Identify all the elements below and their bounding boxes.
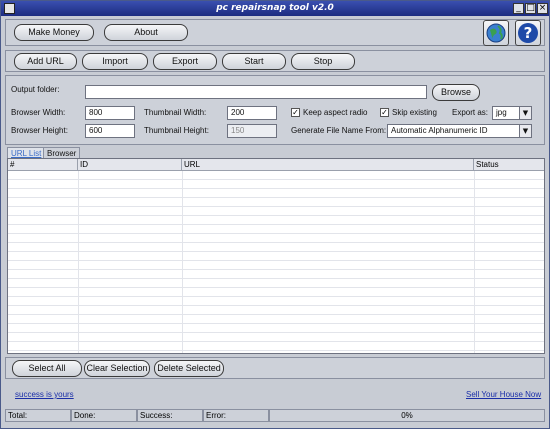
keep-aspect-checkbox[interactable]: ✓: [291, 108, 300, 117]
skip-existing-label: Skip existing: [392, 108, 437, 117]
column-header-status[interactable]: Status: [474, 159, 544, 171]
sell-house-link[interactable]: Sell Your House Now: [466, 390, 541, 399]
table-row: [8, 270, 544, 279]
thumbnail-height-label: Thumbnail Height:: [144, 126, 209, 135]
status-done: Done:: [71, 409, 137, 422]
clear-selection-button[interactable]: Clear Selection: [84, 360, 150, 377]
globe-icon: [486, 23, 506, 43]
tab-browser[interactable]: Browser: [43, 147, 81, 158]
toolbar: Add URL Import Export Start Stop: [5, 50, 545, 72]
table-row: [8, 225, 544, 234]
chevron-down-icon[interactable]: ▼: [519, 125, 531, 137]
output-folder-input[interactable]: [85, 85, 427, 99]
thumbnail-width-label: Thumbnail Width:: [144, 108, 207, 117]
success-link[interactable]: success is yours: [15, 390, 74, 399]
app-window: pc repairsnap tool v2.0 _ □ × Make Money…: [0, 0, 550, 429]
table-row: [8, 342, 544, 351]
minimize-button[interactable]: _: [513, 3, 524, 14]
table-row: [8, 198, 544, 207]
table-row: [8, 252, 544, 261]
import-button[interactable]: Import: [82, 53, 148, 70]
table-row: [8, 279, 544, 288]
export-button[interactable]: Export: [153, 53, 217, 70]
close-button[interactable]: ×: [537, 3, 548, 14]
add-url-button[interactable]: Add URL: [14, 53, 77, 70]
about-button[interactable]: About: [104, 24, 188, 41]
column-header-number[interactable]: #: [8, 159, 78, 171]
thumbnail-width-input[interactable]: 200: [227, 106, 277, 120]
table-row: [8, 171, 544, 180]
url-table[interactable]: # ID URL Status: [7, 158, 545, 354]
browser-height-input[interactable]: 600: [85, 124, 135, 138]
keep-aspect-label: Keep aspect radio: [303, 108, 368, 117]
title-bar: pc repairsnap tool v2.0 _ □ ×: [1, 1, 549, 16]
column-header-url[interactable]: URL: [182, 159, 474, 171]
export-as-value: jpg: [496, 108, 507, 117]
output-folder-label: Output folder:: [11, 85, 60, 94]
generate-name-label: Generate File Name From:: [291, 126, 387, 135]
browser-width-input[interactable]: 800: [85, 106, 135, 120]
window-title: pc repairsnap tool v2.0: [216, 3, 334, 13]
help-button[interactable]: ?: [515, 20, 541, 46]
generate-name-value: Automatic Alphanumeric ID: [391, 126, 488, 135]
table-row: [8, 333, 544, 342]
table-row: [8, 297, 544, 306]
browser-width-label: Browser Width:: [11, 108, 66, 117]
table-row: [8, 243, 544, 252]
browse-button[interactable]: Browse: [432, 84, 480, 101]
browser-height-label: Browser Height:: [11, 126, 68, 135]
select-all-button[interactable]: Select All: [12, 360, 82, 377]
table-row: [8, 234, 544, 243]
table-row: [8, 207, 544, 216]
make-money-button[interactable]: Make Money: [14, 24, 94, 41]
delete-selected-button[interactable]: Delete Selected: [154, 360, 224, 377]
table-row: [8, 189, 544, 198]
svg-text:?: ?: [524, 24, 533, 42]
thumbnail-height-input[interactable]: 150: [227, 124, 277, 138]
table-row: [8, 324, 544, 333]
generate-name-select[interactable]: Automatic Alphanumeric ID ▼: [387, 124, 532, 138]
help-icon: ?: [518, 23, 538, 43]
export-as-select[interactable]: jpg ▼: [492, 106, 532, 120]
table-row: [8, 288, 544, 297]
table-row: [8, 306, 544, 315]
settings-panel: Output folder: Browse Browser Width: 800…: [5, 75, 545, 145]
column-header-id[interactable]: ID: [78, 159, 182, 171]
chevron-down-icon[interactable]: ▼: [519, 107, 531, 119]
table-row: [8, 261, 544, 270]
start-button[interactable]: Start: [222, 53, 286, 70]
maximize-button[interactable]: □: [525, 3, 536, 14]
status-error: Error:: [203, 409, 269, 422]
status-success: Success:: [137, 409, 203, 422]
globe-button[interactable]: [483, 20, 509, 46]
top-panel: Make Money About ?: [5, 19, 545, 46]
status-total: Total:: [5, 409, 71, 422]
skip-existing-checkbox[interactable]: ✓: [380, 108, 389, 117]
actions-panel: Select All Clear Selection Delete Select…: [5, 357, 545, 379]
stop-button[interactable]: Stop: [291, 53, 355, 70]
progress-bar: 0%: [269, 409, 545, 422]
tab-url-list[interactable]: URL List: [7, 147, 46, 158]
table-row: [8, 216, 544, 225]
export-as-label: Export as:: [452, 108, 489, 117]
table-row: [8, 180, 544, 189]
table-row: [8, 315, 544, 324]
